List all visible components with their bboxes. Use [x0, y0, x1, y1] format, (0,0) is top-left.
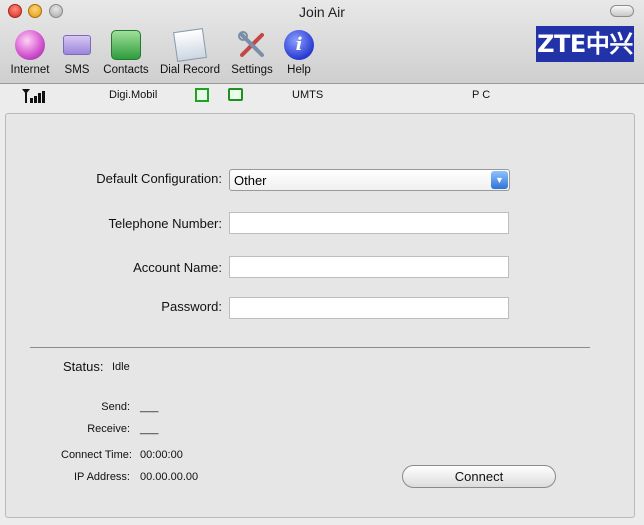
status-label: Status:	[63, 359, 104, 374]
toolbar-help-label: Help	[287, 64, 311, 76]
toolbar-settings-label: Settings	[231, 64, 273, 76]
window-title: Join Air	[299, 4, 345, 20]
send-value: ___	[140, 401, 159, 413]
default-configuration-value: Other	[234, 173, 267, 188]
status-value: Idle	[112, 361, 130, 373]
chevron-down-icon: ▼	[491, 171, 508, 189]
signal-strength-icon	[22, 89, 46, 103]
ip-address-value: 00.00.00.00	[140, 471, 199, 483]
toolbar-dial-record-button[interactable]: Dial Record	[158, 28, 222, 76]
toolbar-dial-record-label: Dial Record	[159, 64, 221, 76]
status-strip: Digi.Mobil UMTS P C	[0, 85, 644, 107]
toolbar-help-button[interactable]: i Help	[284, 30, 314, 76]
toolbar-sms-button[interactable]: SMS	[60, 30, 94, 76]
info-icon: i	[284, 30, 314, 60]
tools-icon	[237, 30, 267, 60]
phonebook-icon	[111, 30, 141, 60]
toolbar-internet-button[interactable]: Internet	[10, 30, 50, 76]
call-log-icon	[173, 28, 207, 62]
ip-address-label: IP Address:	[73, 471, 130, 483]
network-type: UMTS	[292, 89, 324, 101]
connect-time-value: 00:00:00	[140, 449, 183, 461]
default-configuration-label: Default Configuration:	[96, 171, 222, 186]
password-input[interactable]	[229, 297, 509, 319]
toolbar-internet-label: Internet	[10, 64, 50, 76]
device-mode: P C	[472, 89, 491, 101]
section-divider	[30, 347, 590, 348]
connection-indicator-icon	[228, 88, 243, 101]
toolbar-contacts-button[interactable]: Contacts	[102, 30, 150, 76]
account-name-input[interactable]	[229, 256, 509, 278]
toolbar-settings-button[interactable]: Settings	[230, 30, 274, 76]
default-configuration-select[interactable]: Other ▼	[229, 169, 510, 191]
globe-icon	[15, 30, 45, 60]
window-titlebar: Join Air Internet SMS Contacts Dial Reco…	[0, 0, 644, 84]
toolbar-toggle-button[interactable]	[610, 5, 634, 17]
zte-logo: ZTE中兴	[536, 26, 634, 62]
send-label: Send:	[101, 401, 130, 413]
connect-button[interactable]: Connect	[402, 465, 556, 488]
account-name-label: Account Name:	[133, 260, 222, 275]
toolbar-contacts-label: Contacts	[103, 64, 149, 76]
operator-name: Digi.Mobil	[109, 89, 158, 101]
toolbar-sms-label: SMS	[64, 64, 90, 76]
receive-value: ___	[140, 423, 159, 435]
telephone-number-label: Telephone Number:	[108, 216, 222, 231]
telephone-number-input[interactable]	[229, 212, 509, 234]
password-label: Password:	[161, 299, 222, 314]
receive-label: Receive:	[87, 423, 130, 435]
envelope-icon	[63, 35, 91, 55]
sim-indicator-icon	[195, 88, 209, 102]
